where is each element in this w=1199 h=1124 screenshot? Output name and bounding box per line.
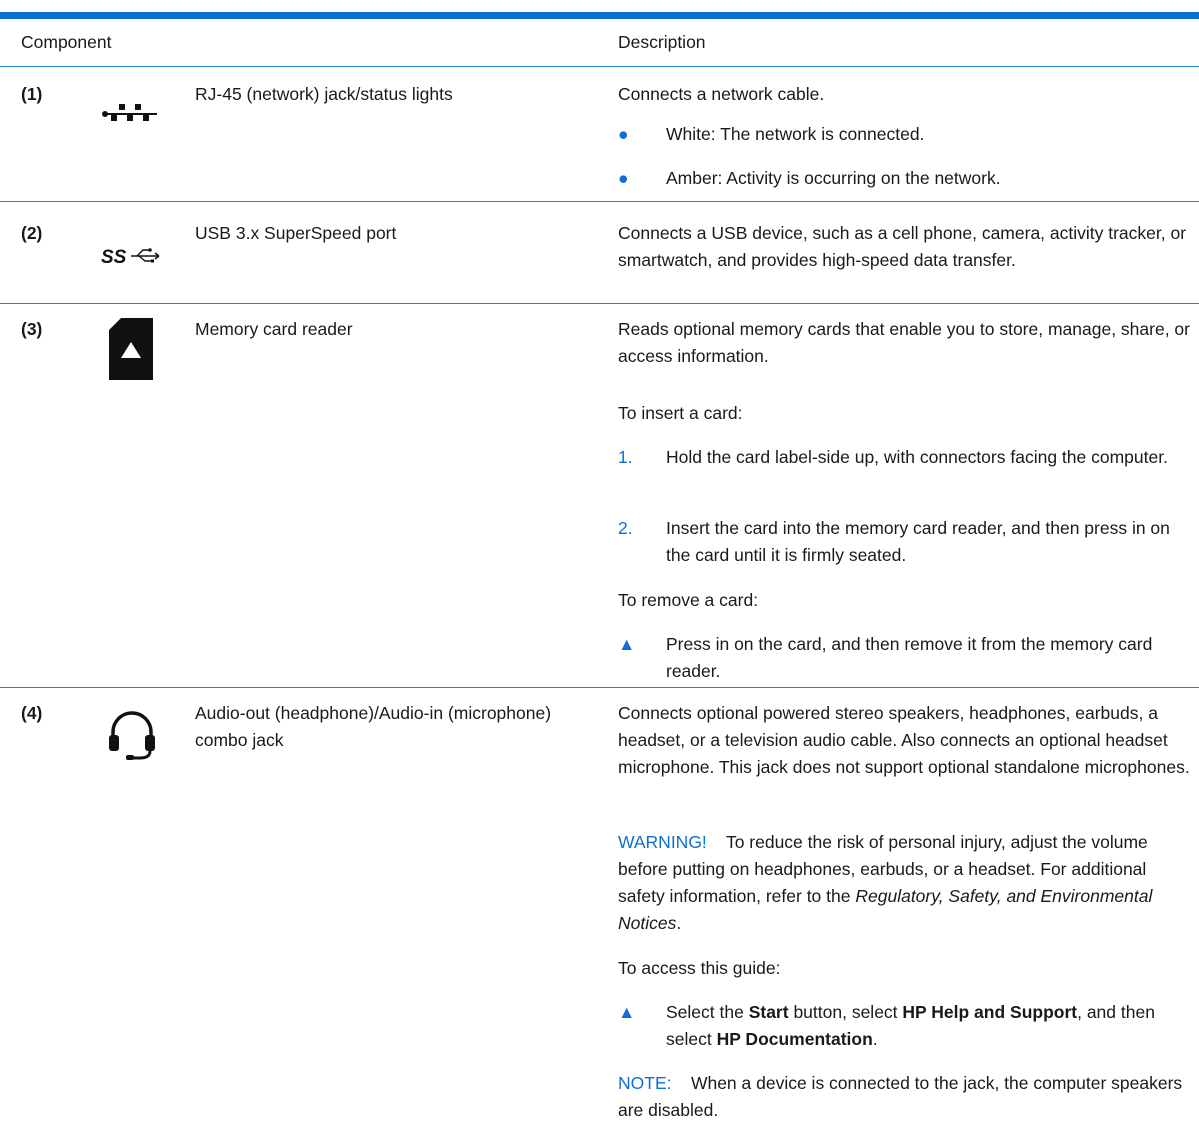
component-name: Memory card reader <box>195 319 353 339</box>
text-fragment: . <box>872 1029 878 1049</box>
text-fragment: Select the <box>666 1002 749 1022</box>
headset-icon <box>109 711 155 760</box>
table-row: (3) Memory card reader Reads optional me… <box>0 304 1199 688</box>
table-row: (4) Audio-out (headphone)/Audio-in (micr… <box>0 688 1199 1120</box>
triangle-icon: ▲ <box>618 634 636 654</box>
table-header: Component Description <box>0 19 1199 67</box>
description-text: Connects optional powered stereo speaker… <box>618 703 1190 777</box>
start-label: Start <box>748 1002 789 1022</box>
component-name: USB 3.x SuperSpeed port <box>195 223 397 243</box>
bullet-icon: ● <box>618 124 629 144</box>
remove-title: To remove a card: <box>618 590 759 610</box>
list-item: Select the Start button, select HP Help … <box>666 999 1193 1053</box>
row-number: (1) <box>21 84 43 104</box>
text-fragment: button, select <box>788 1002 903 1022</box>
memory-card-icon <box>109 318 153 380</box>
note-label: NOTE: <box>618 1073 672 1093</box>
header-description: Description <box>618 32 706 52</box>
svg-text:SS: SS <box>101 247 127 268</box>
step-number: 2. <box>618 518 633 538</box>
description-text: Connects a USB device, such as a cell ph… <box>618 223 1187 270</box>
row-number: (3) <box>21 319 43 339</box>
help-support-label: HP Help and Support <box>902 1002 1078 1022</box>
description-text: Connects a network cable. <box>618 84 825 104</box>
list-item: Hold the card label-side up, with connec… <box>666 447 1168 467</box>
list-item: Insert the card into the memory card rea… <box>666 518 1170 565</box>
rj45-network-icon <box>102 104 157 121</box>
step-number: 1. <box>618 447 633 467</box>
description-text: Reads optional memory cards that enable … <box>618 319 1190 366</box>
table-row: (1) RJ-45 (network) jack/status lights C… <box>0 67 1199 202</box>
note-body: When a device is connected to the jack, … <box>618 1073 1183 1120</box>
usb-superspeed-icon: SS <box>101 247 160 268</box>
triangle-icon: ▲ <box>618 1002 636 1022</box>
table-row: (2) SS USB 3.x SuperSpeed port Connects … <box>0 202 1199 304</box>
list-item: Amber: Activity is occurring on the netw… <box>666 168 1001 188</box>
insert-title: To insert a card: <box>618 403 743 423</box>
warning-end: . <box>676 913 682 933</box>
note-text: NOTE: When a device is connected to the … <box>618 1070 1193 1124</box>
list-item: White: The network is connected. <box>666 124 925 144</box>
component-name: RJ-45 (network) jack/status lights <box>195 84 453 104</box>
row-number: (2) <box>21 223 43 243</box>
warning-text: WARNING! To reduce the risk of personal … <box>618 829 1193 937</box>
header-component: Component <box>21 32 112 52</box>
row-number: (4) <box>21 703 43 723</box>
access-title: To access this guide: <box>618 958 781 978</box>
bullet-icon: ● <box>618 168 629 188</box>
list-item: Press in on the card, and then remove it… <box>666 634 1153 681</box>
hp-documentation-label: HP Documentation <box>716 1029 873 1049</box>
warning-label: WARNING! <box>618 832 707 852</box>
component-name: Audio-out (headphone)/Audio-in (micropho… <box>195 703 552 750</box>
top-accent-bar <box>0 12 1199 19</box>
